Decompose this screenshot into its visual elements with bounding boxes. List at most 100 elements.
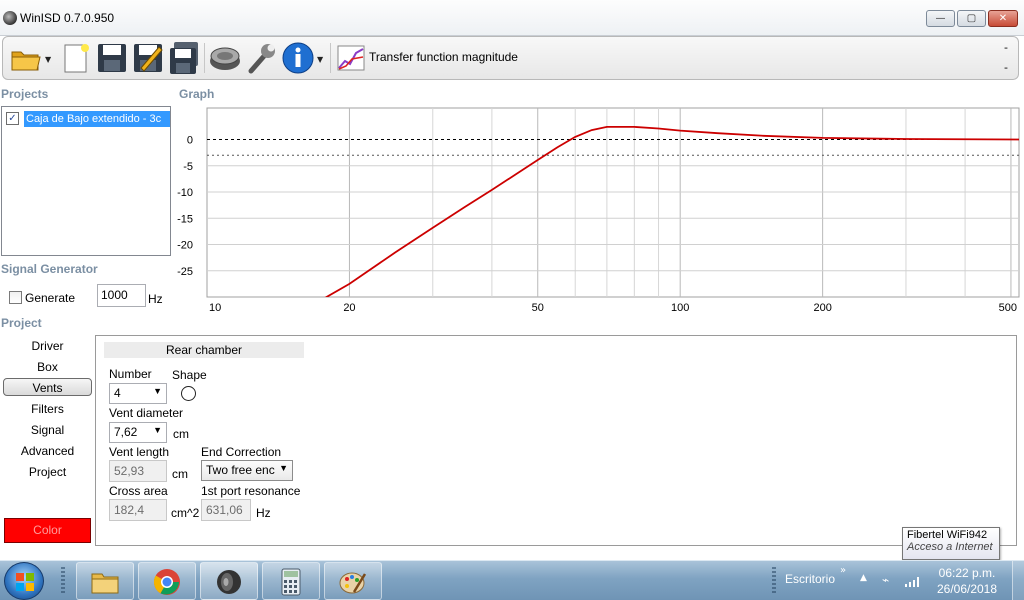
signal-generator-section-label: Signal Generator: [1, 262, 98, 276]
nav-box[interactable]: Box: [3, 358, 92, 376]
list-item[interactable]: ✓ Caja de Bajo extendido - 3c: [6, 111, 170, 127]
projects-section-label: Projects: [1, 87, 49, 101]
chrome-icon[interactable]: [138, 562, 196, 600]
nav-advanced[interactable]: Advanced: [3, 442, 92, 460]
vent-length-unit: cm: [172, 467, 188, 481]
y-tick-label: -20: [177, 240, 193, 252]
x-tick-label: 50: [532, 302, 544, 314]
port-resonance-label: 1st port resonance: [201, 484, 301, 498]
chevron-down-icon: ▼: [279, 463, 288, 473]
nav-driver[interactable]: Driver: [3, 337, 92, 355]
show-desktop-button[interactable]: [1012, 561, 1024, 600]
save-as-icon[interactable]: [131, 41, 165, 75]
rear-chamber-header[interactable]: Rear chamber: [104, 342, 304, 358]
x-tick-label: 100: [671, 302, 689, 314]
toolbar-separator: [204, 43, 205, 73]
number-label: Number: [109, 367, 152, 381]
app-icon[interactable]: [3, 11, 17, 25]
graph-section-label: Graph: [179, 87, 215, 101]
vent-length-field: 52,93: [109, 460, 167, 482]
folder-open-icon[interactable]: [9, 41, 43, 75]
network-tooltip: Fibertel WiFi942 Acceso a Internet: [902, 527, 1000, 560]
number-select[interactable]: 4 ▼: [109, 383, 167, 404]
y-tick-label: -25: [177, 266, 193, 278]
driver-speaker-icon[interactable]: [208, 41, 242, 75]
generate-label: Generate: [25, 291, 76, 305]
chevron-down-icon: ▼: [153, 386, 162, 396]
window-title: WinISD 0.7.0.950: [20, 11, 115, 25]
taskbar: Escritorio » ▲ ⌁ 06:22 p.m. 26/06/2018: [0, 560, 1024, 600]
round-shape-icon[interactable]: [181, 386, 196, 401]
vent-diameter-label: Vent diameter: [109, 406, 184, 420]
info-dropdown-arrow-icon[interactable]: ▼: [317, 55, 323, 64]
project-checkbox[interactable]: ✓: [6, 112, 19, 125]
system-clock[interactable]: 06:22 p.m. 26/06/2018: [936, 565, 998, 597]
vent-diameter-select[interactable]: 7,62 ▼: [109, 422, 167, 443]
power-plug-icon[interactable]: ⌁: [882, 573, 889, 587]
network-status: Acceso a Internet: [907, 541, 993, 553]
nav-vents[interactable]: Vents: [3, 378, 92, 396]
chevron-down-icon: ▼: [153, 425, 162, 435]
info-icon[interactable]: [281, 41, 315, 75]
end-correction-select[interactable]: Two free enc ▼: [201, 460, 293, 481]
save-all-icon[interactable]: [167, 41, 201, 75]
generate-checkbox[interactable]: [9, 291, 22, 304]
shape-label: Shape: [172, 368, 207, 382]
toolbar-dash-top: -: [1004, 41, 1008, 54]
nav-project[interactable]: Project: [3, 463, 92, 481]
clock-time: 06:22 p.m.: [938, 566, 996, 580]
plot-area: [206, 107, 1020, 298]
clock-date: 26/06/2018: [936, 582, 998, 596]
nav-filters[interactable]: Filters: [3, 400, 92, 418]
x-tick-label: 20: [343, 302, 355, 314]
graph-type-label[interactable]: Transfer function magnitude: [369, 50, 518, 64]
windows-logo-icon: [16, 573, 34, 591]
wrench-icon[interactable]: [245, 41, 279, 75]
new-document-icon[interactable]: [59, 41, 93, 75]
winisd-speaker-icon[interactable]: [200, 562, 258, 600]
wifi-signal-icon[interactable]: [904, 574, 924, 588]
project-name[interactable]: Caja de Bajo extendido - 3c: [24, 111, 170, 127]
port-resonance-unit: Hz: [256, 506, 271, 520]
y-tick-label: -10: [177, 187, 193, 199]
maximize-button[interactable]: ▢: [957, 10, 986, 27]
frequency-input[interactable]: 1000: [97, 284, 146, 307]
y-tick-label: -5: [183, 161, 193, 173]
end-correction-label: End Correction: [201, 445, 282, 459]
double-chevron-icon[interactable]: »: [840, 565, 846, 576]
project-section-label: Project: [1, 316, 42, 330]
x-tick-label: 500: [999, 302, 1017, 314]
close-button[interactable]: ✕: [988, 10, 1018, 27]
projects-list[interactable]: ✓ Caja de Bajo extendido - 3c: [1, 106, 171, 256]
transfer-function-graph[interactable]: 0 -5 -10 -15 -20 -25 10 20 50 100 200 500: [172, 100, 1020, 315]
file-explorer-icon[interactable]: [76, 562, 134, 600]
title-bar: WinISD 0.7.0.950 — ▢ ✕: [0, 0, 1024, 36]
vents-panel: Rear chamber Number Shape 4 ▼ Vent diame…: [95, 335, 1017, 546]
desktop-toolbar-label[interactable]: Escritorio: [785, 572, 835, 586]
network-name: Fibertel WiFi942: [907, 529, 988, 541]
frequency-unit: Hz: [148, 292, 163, 306]
chart-svg: 0 -5 -10 -15 -20 -25 10 20 50 100 200 500: [177, 107, 1020, 314]
x-tick-label: 200: [813, 302, 831, 314]
cross-area-field: 182,4: [109, 499, 167, 521]
y-tick-label: -15: [177, 213, 193, 225]
vent-length-label: Vent length: [109, 445, 170, 459]
toolbar-grip[interactable]: [772, 567, 776, 595]
paint-icon[interactable]: [324, 562, 382, 600]
graph-icon[interactable]: [334, 41, 368, 75]
toolbar-dash-bottom: -: [1004, 61, 1008, 74]
open-dropdown-arrow-icon[interactable]: ▼: [45, 55, 51, 64]
color-button[interactable]: Color: [4, 518, 91, 543]
nav-signal[interactable]: Signal: [3, 421, 92, 439]
save-icon[interactable]: [95, 41, 129, 75]
port-resonance-field: 631,06: [201, 499, 251, 521]
vent-diameter-unit: cm: [173, 427, 189, 441]
x-tick-label: 10: [209, 302, 221, 314]
calculator-icon[interactable]: [262, 562, 320, 600]
y-tick-label: 0: [187, 135, 193, 147]
start-button[interactable]: [4, 562, 44, 600]
taskbar-grip[interactable]: [61, 567, 65, 595]
minimize-button[interactable]: —: [926, 10, 955, 27]
end-correction-value: Two free enc: [206, 463, 275, 477]
show-hidden-icons-icon[interactable]: ▲: [860, 573, 867, 583]
